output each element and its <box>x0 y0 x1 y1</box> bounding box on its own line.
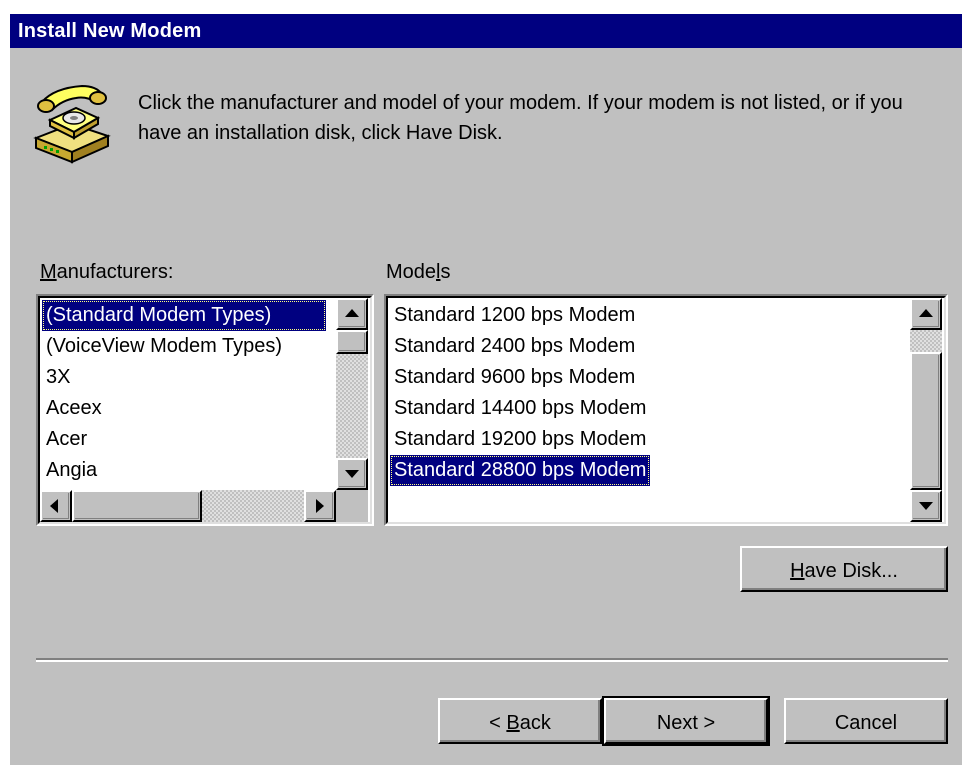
back-accel: B <box>506 712 520 734</box>
manufacturers-label-accel: M <box>40 261 57 283</box>
back-button[interactable]: < Back <box>438 698 602 744</box>
manufacturer-item[interactable]: (Standard Modem Types) <box>42 300 326 331</box>
back-prefix: < <box>489 712 507 734</box>
models-label-post: s <box>440 261 451 283</box>
manufacturer-item[interactable]: Aceex <box>42 393 106 424</box>
manufacturers-hscroll-thumb[interactable] <box>72 490 202 522</box>
have-disk-accel: H <box>790 560 805 582</box>
models-scroll-down-button[interactable] <box>910 490 942 522</box>
arrow-right-icon <box>316 499 324 513</box>
back-label: < Back <box>489 712 551 734</box>
scrollbar-corner <box>336 490 368 522</box>
arrow-down-icon <box>919 502 933 510</box>
manufacturers-scroll-left-button[interactable] <box>40 490 72 522</box>
model-item[interactable]: Standard 14400 bps Modem <box>390 393 650 424</box>
model-item[interactable]: Standard 28800 bps Modem <box>390 455 651 486</box>
arrow-up-icon <box>345 309 359 317</box>
arrow-down-icon <box>345 470 359 478</box>
next-button[interactable]: Next > <box>602 696 770 746</box>
cancel-label: Cancel <box>834 712 898 734</box>
manufacturers-scroll-up-button[interactable] <box>336 298 368 330</box>
manufacturer-item[interactable]: 3X <box>42 362 74 393</box>
window-title: Install New Modem <box>18 20 202 42</box>
model-item[interactable]: Standard 9600 bps Modem <box>390 362 639 393</box>
manufacturers-label: Manufacturers: <box>40 261 173 284</box>
manufacturers-scroll-right-button[interactable] <box>304 490 336 522</box>
have-disk-label: Have Disk... <box>790 560 898 582</box>
manufacturer-item[interactable]: Acer <box>42 424 91 455</box>
cancel-button[interactable]: Cancel <box>784 698 948 744</box>
have-disk-rest: ave Disk... <box>804 560 898 582</box>
manufacturers-label-post: anufacturers: <box>56 261 174 283</box>
model-item[interactable]: Standard 1200 bps Modem <box>390 300 639 331</box>
title-bar[interactable]: Install New Modem <box>10 14 962 48</box>
instructions-text: Click the manufacturer and model of your… <box>138 92 903 144</box>
models-listbox[interactable]: Standard 1200 bps Modem Standard 2400 bp… <box>384 294 948 526</box>
manufacturers-vscroll-thumb[interactable] <box>336 330 368 354</box>
model-item[interactable]: Standard 19200 bps Modem <box>390 424 650 455</box>
back-rest: ack <box>519 712 551 734</box>
manufacturer-item[interactable]: Angia <box>42 455 101 481</box>
next-label: Next > <box>656 712 716 734</box>
manufacturer-item[interactable]: (VoiceView Modem Types) <box>42 331 286 362</box>
model-item[interactable]: Standard 2400 bps Modem <box>390 331 639 362</box>
arrow-up-icon <box>919 309 933 317</box>
models-label: Models <box>386 261 450 284</box>
arrow-left-icon <box>50 499 58 513</box>
models-label-pre: Mode <box>386 261 437 283</box>
telephone-modem-icon <box>33 84 111 164</box>
models-vscroll-thumb[interactable] <box>910 352 942 490</box>
manufacturers-listbox[interactable]: (Standard Modem Types) (VoiceView Modem … <box>36 294 374 526</box>
models-scroll-up-button[interactable] <box>910 298 942 330</box>
manufacturers-scroll-down-button[interactable] <box>336 458 368 490</box>
have-disk-button[interactable]: Have Disk... <box>740 546 948 592</box>
separator <box>36 658 948 662</box>
install-new-modem-dialog: Install New Modem Click the manufacturer… <box>10 14 962 765</box>
